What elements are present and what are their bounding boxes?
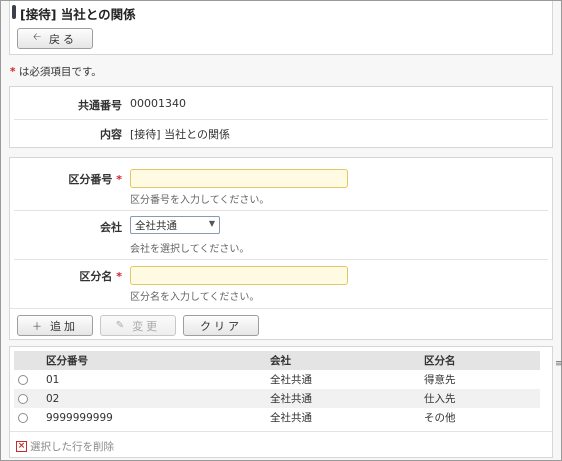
select-column-header	[14, 351, 42, 370]
content-value: [接待] 当社との関係	[130, 128, 230, 141]
clear-button[interactable]: クリア	[183, 315, 259, 336]
form-divider	[14, 259, 548, 260]
row-name: 仕入先	[420, 389, 540, 408]
delete-selected-link[interactable]: × 選択した行を削除	[16, 439, 114, 454]
content-label: 内容	[100, 128, 122, 141]
table-row[interactable]: 9999999999 全社共通 その他	[14, 408, 540, 427]
table-row[interactable]: 01 全社共通 得意先	[14, 370, 540, 389]
form-divider	[14, 210, 548, 211]
division-number-label: 区分番号 *	[10, 171, 122, 187]
row-name: その他	[424, 412, 456, 424]
chevron-down-icon: ▼	[208, 219, 215, 228]
page-frame: [接待] 当社との関係 🡠 戻る * は必須項目です。 共通番号 0000134…	[0, 0, 562, 461]
change-button[interactable]: ✎ 変更	[100, 315, 176, 336]
division-number-label-text: 区分番号	[68, 173, 113, 186]
edit-form-panel: 区分番号 * 区分番号を入力してください。 会社 全社共通 ▼ 会社を選択してく…	[9, 157, 553, 340]
header-panel: [接待] 当社との関係 🡠 戻る	[9, 1, 553, 55]
row-radio[interactable]	[18, 412, 28, 423]
row-number: 02	[42, 389, 266, 408]
list-divider	[10, 431, 552, 432]
company-select[interactable]: 全社共通 ▼	[130, 216, 220, 234]
table-row[interactable]: 02 全社共通 仕入先	[14, 389, 540, 408]
row-select-cell	[14, 389, 42, 408]
delete-selected-label: 選択した行を削除	[30, 441, 114, 453]
common-number-label: 共通番号	[78, 99, 122, 112]
back-button-label: 戻る	[49, 32, 78, 46]
division-number-input[interactable]	[130, 169, 348, 188]
required-mark: *	[10, 66, 16, 78]
arrow-left-icon: 🡠	[32, 32, 42, 43]
pencil-icon: ✎	[115, 320, 125, 331]
division-name-label-text: 区分名	[79, 270, 113, 283]
title-marker	[12, 5, 16, 19]
info-divider	[14, 119, 548, 120]
resize-grip-icon[interactable]: ≡	[555, 359, 562, 369]
row-select-cell	[14, 408, 42, 427]
add-button[interactable]: ＋ 追加	[17, 315, 93, 336]
table-header-row: 区分番号 会社 区分名	[14, 351, 540, 370]
row-number: 9999999999	[46, 411, 113, 424]
company-hint: 会社を選択してください。	[130, 244, 250, 255]
column-header-company: 会社	[266, 351, 420, 370]
required-note: * は必須項目です。	[10, 64, 102, 79]
row-name: 得意先	[424, 374, 456, 386]
division-name-label: 区分名 *	[10, 268, 122, 284]
required-note-text: は必須項目です。	[18, 66, 102, 78]
clear-button-label: クリア	[200, 319, 242, 333]
column-header-name: 区分名	[420, 351, 540, 370]
required-mark: *	[116, 173, 122, 186]
row-company: 全社共通	[270, 374, 312, 386]
back-button[interactable]: 🡠 戻る	[17, 28, 93, 49]
company-select-value: 全社共通	[135, 220, 177, 232]
info-panel: 共通番号 00001340 内容 [接待] 当社との関係	[9, 86, 553, 148]
change-button-label: 変更	[132, 319, 161, 333]
common-number-value: 00001340	[130, 97, 186, 110]
delete-x-icon: ×	[16, 441, 27, 452]
page-title: [接待] 当社との関係	[20, 7, 136, 22]
division-name-input[interactable]	[130, 266, 348, 285]
company-label: 会社	[100, 221, 122, 234]
add-button-label: 追加	[50, 319, 78, 333]
row-number: 01	[46, 373, 60, 386]
row-company: 全社共通	[266, 389, 420, 408]
form-divider	[10, 308, 552, 309]
row-radio[interactable]	[18, 393, 28, 404]
row-radio[interactable]	[18, 374, 28, 385]
row-company: 全社共通	[270, 412, 312, 424]
required-mark: *	[116, 270, 122, 283]
division-list-panel: 区分番号 会社 区分名 01 全社共通 得意先 02 全社共通 仕入先 9999…	[9, 346, 553, 458]
division-table: 区分番号 会社 区分名 01 全社共通 得意先 02 全社共通 仕入先 9999…	[14, 351, 540, 427]
row-select-cell	[14, 370, 42, 389]
column-header-number: 区分番号	[42, 351, 266, 370]
division-number-hint: 区分番号を入力してください。	[130, 195, 270, 206]
plus-icon: ＋	[32, 322, 42, 333]
division-name-hint: 区分名を入力してください。	[130, 292, 260, 303]
